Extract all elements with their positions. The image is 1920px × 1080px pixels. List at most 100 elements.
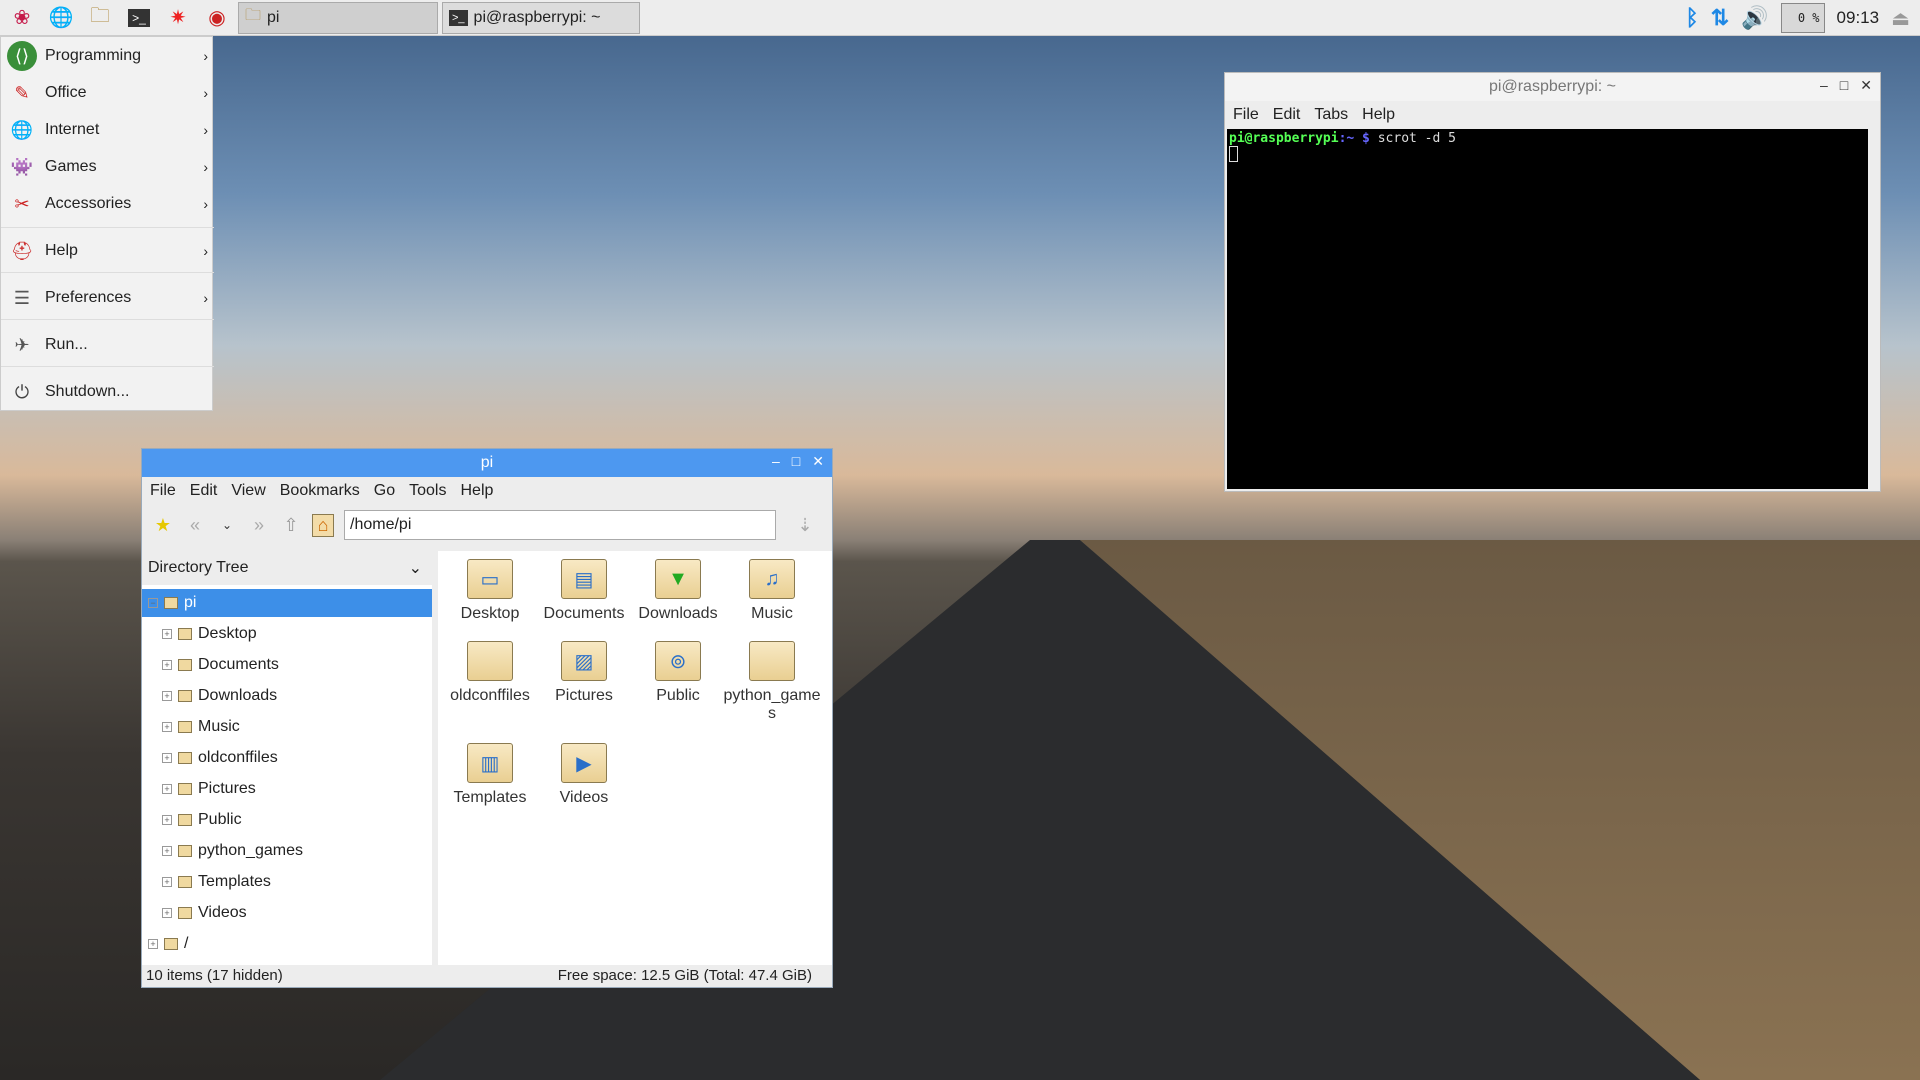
folder-icon (164, 938, 178, 950)
wolfram-icon[interactable]: ◉ (200, 3, 234, 33)
tree-item[interactable]: + Videos (142, 899, 432, 927)
bluetooth-icon[interactable]: ᛒ (1686, 5, 1699, 31)
folder-icon (178, 845, 192, 857)
menu-file[interactable]: File (1233, 106, 1259, 124)
file-manager-window: pi – □ ✕ File Edit View Bookmarks Go Tools Help … (141, 448, 833, 988)
file-item[interactable]: ▶ Videos (534, 743, 634, 807)
expander-icon[interactable]: + (162, 877, 172, 887)
preferences-icon: ☰ (13, 287, 31, 308)
tree-item[interactable]: + oldconffiles (142, 744, 432, 772)
file-item[interactable]: ▥ Templates (440, 743, 540, 807)
path-input[interactable]: /home/pi (344, 510, 776, 540)
close-icon[interactable]: ✕ (812, 453, 824, 470)
expander-icon[interactable]: + (162, 815, 172, 825)
menu-view[interactable]: View (231, 482, 265, 500)
task-terminal[interactable]: >_ pi@raspberrypi: ~ (442, 1, 640, 34)
maximize-icon[interactable]: □ (1840, 77, 1848, 94)
menu-help[interactable]: Help (460, 482, 493, 500)
new-tab-icon[interactable]: ★ (152, 515, 174, 536)
jump-icon[interactable]: ⇣ (794, 515, 816, 536)
menu-edit[interactable]: Edit (190, 482, 218, 500)
folder-icon (178, 659, 192, 671)
clock[interactable]: 09:13 (1837, 8, 1880, 28)
home-icon[interactable]: ⌂ (312, 513, 334, 537)
directory-tree-pane: Directory Tree ⌄ − pi + Desktop + Documents + Do… (142, 551, 432, 965)
web-browser-icon[interactable]: 🌐 (44, 3, 78, 33)
terminal-icon[interactable]: >_ (122, 3, 156, 33)
file-item[interactable]: oldconffiles (440, 641, 540, 705)
file-item[interactable]: ⊚ Public (628, 641, 728, 705)
terminal-screen[interactable]: pi@raspberrypi:~ $ scrot -d 5 (1227, 129, 1868, 489)
minimize-icon[interactable]: – (1820, 77, 1828, 94)
task-file-manager[interactable]: 🗀 pi (238, 1, 438, 34)
file-item[interactable]: ▨ Pictures (534, 641, 634, 705)
menu-tabs[interactable]: Tabs (1314, 106, 1348, 124)
tree-item[interactable]: + Downloads (142, 682, 432, 710)
menu-item-office[interactable]: ✎ Office › (1, 75, 214, 111)
history-chevron-down-icon[interactable]: ⌄ (216, 518, 238, 532)
network-icon[interactable]: ⇅ (1711, 5, 1729, 31)
menu-item-internet[interactable]: 🌐 Internet › (1, 112, 214, 148)
menu-item-programming[interactable]: ⟨⟩ Programming › (1, 38, 214, 74)
chevron-right-icon: › (203, 85, 208, 101)
menu-item-help[interactable]: ⛑ Help › (1, 233, 214, 269)
expander-icon[interactable]: + (162, 908, 172, 918)
tree-item[interactable]: + Desktop (142, 620, 432, 648)
tree-item[interactable]: + Pictures (142, 775, 432, 803)
expander-icon[interactable]: + (162, 753, 172, 763)
file-manager-icon[interactable]: 🗀 (83, 3, 117, 33)
maximize-icon[interactable]: □ (792, 453, 800, 470)
eject-icon[interactable]: ⏏ (1891, 6, 1910, 31)
folder-icon: ♫ (749, 559, 795, 599)
menu-item-accessories[interactable]: ✂ Accessories › (1, 186, 214, 222)
tree-item[interactable]: + Public (142, 806, 432, 834)
file-item[interactable]: ▭ Desktop (440, 559, 540, 623)
raspberry-menu-icon[interactable]: ❀ (5, 3, 39, 33)
tree-item[interactable]: + Templates (142, 868, 432, 896)
menu-separator (1, 272, 214, 273)
expander-icon[interactable]: − (148, 598, 158, 608)
cpu-monitor[interactable]: 0 % (1780, 3, 1825, 33)
menu-edit[interactable]: Edit (1273, 106, 1301, 124)
internet-icon: 🌐 (10, 119, 34, 140)
file-item[interactable]: ▤ Documents (534, 559, 634, 623)
folder-icon (178, 876, 192, 888)
tree-item[interactable]: + Music (142, 713, 432, 741)
folder-icon: ⊚ (655, 641, 701, 681)
back-icon[interactable]: « (184, 515, 206, 536)
close-icon[interactable]: ✕ (1860, 77, 1872, 94)
menu-file[interactable]: File (150, 482, 176, 500)
up-icon[interactable]: ⇧ (280, 515, 302, 536)
file-manager-titlebar[interactable]: pi – □ ✕ (142, 449, 832, 477)
expander-icon[interactable]: + (162, 722, 172, 732)
menu-tools[interactable]: Tools (409, 482, 446, 500)
side-pane-selector[interactable]: Directory Tree ⌄ (142, 551, 432, 585)
expander-icon[interactable]: + (162, 691, 172, 701)
menu-bookmarks[interactable]: Bookmarks (280, 482, 360, 500)
forward-icon[interactable]: » (248, 515, 270, 536)
folder-icon: ▤ (561, 559, 607, 599)
expander-icon[interactable]: + (162, 660, 172, 670)
minimize-icon[interactable]: – (772, 453, 780, 470)
menu-item-preferences[interactable]: ☰ Preferences › (1, 280, 214, 316)
tree-item[interactable]: − pi (142, 589, 432, 617)
expander-icon[interactable]: + (162, 846, 172, 856)
menu-item-run[interactable]: ✈ Run... (1, 327, 214, 363)
tree-item[interactable]: + Documents (142, 651, 432, 679)
volume-icon[interactable]: 🔊 (1741, 5, 1768, 31)
mathematica-icon[interactable]: ✷ (161, 3, 195, 33)
menu-item-games[interactable]: 👾 Games › (1, 149, 214, 185)
expander-icon[interactable]: + (162, 629, 172, 639)
file-item[interactable]: python_games (722, 641, 822, 723)
chevron-right-icon: › (203, 243, 208, 259)
expander-icon[interactable]: + (148, 939, 158, 949)
expander-icon[interactable]: + (162, 784, 172, 794)
menu-go[interactable]: Go (374, 482, 395, 500)
terminal-titlebar[interactable]: pi@raspberrypi: ~ – □ ✕ (1225, 73, 1880, 101)
tree-item[interactable]: + / (142, 930, 432, 958)
menu-item-shutdown[interactable]: ⏻ Shutdown... (1, 374, 214, 410)
tree-item[interactable]: + python_games (142, 837, 432, 865)
file-item[interactable]: ▼ Downloads (628, 559, 728, 623)
menu-help[interactable]: Help (1362, 106, 1395, 124)
file-item[interactable]: ♫ Music (722, 559, 822, 623)
